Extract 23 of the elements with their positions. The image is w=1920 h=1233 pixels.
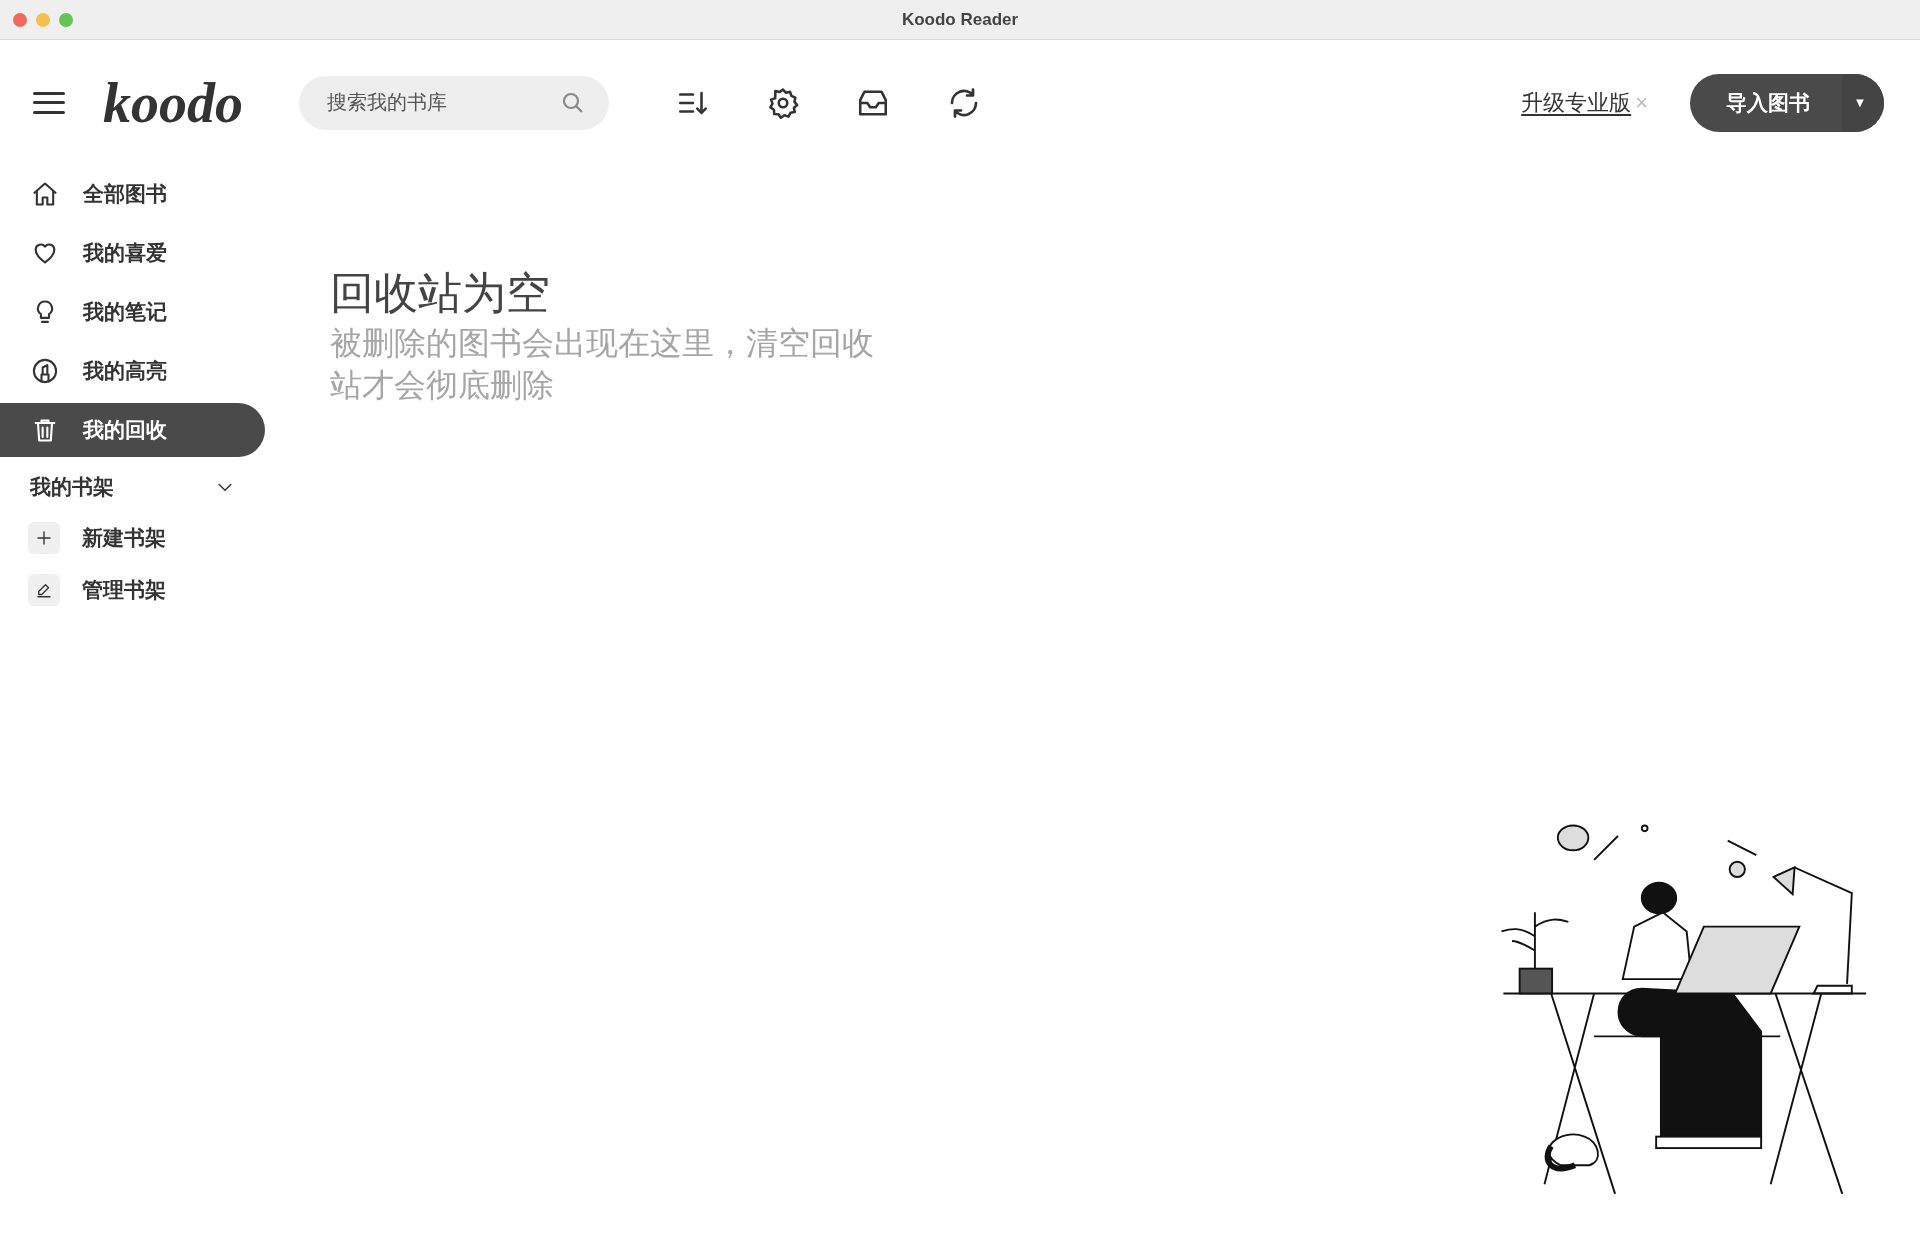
shelf-action[interactable]: 新建书架 (0, 512, 265, 564)
shelf-header[interactable]: 我的书架 (0, 462, 265, 512)
empty-title: 回收站为空 (330, 267, 551, 319)
search-field[interactable]: 搜索我的书库 (299, 75, 609, 130)
sidebar-item[interactable]: 我的回收 (0, 403, 265, 457)
window-title: Koodo Reader (901, 8, 1019, 31)
close-window-button[interactable] (13, 12, 27, 27)
upgrade-link[interactable]: 升级专业版 (1521, 86, 1632, 119)
sidebar-item[interactable]: 我的笔记 (0, 285, 265, 339)
logo: koodo (103, 74, 243, 131)
home-icon (31, 180, 59, 208)
search-icon (561, 90, 585, 115)
empty-message: 被删除的图书会出现在这里，清空回收站才会彻底删除 (330, 324, 875, 405)
import-button[interactable]: 导入图书 (1690, 73, 1842, 132)
sidebar-item[interactable]: 我的喜爱 (0, 226, 265, 280)
highlighter-icon (31, 357, 59, 385)
plus-icon (28, 522, 60, 554)
dropdown-button[interactable]: ▼ (1842, 73, 1884, 132)
sidebar-item[interactable]: 全部图书 (0, 167, 265, 221)
sidebar-item[interactable]: 我的高亮 (0, 344, 265, 398)
settings-icon[interactable] (766, 85, 800, 120)
pen-icon (28, 574, 60, 606)
shelf-action[interactable]: 管理书架 (0, 564, 265, 616)
